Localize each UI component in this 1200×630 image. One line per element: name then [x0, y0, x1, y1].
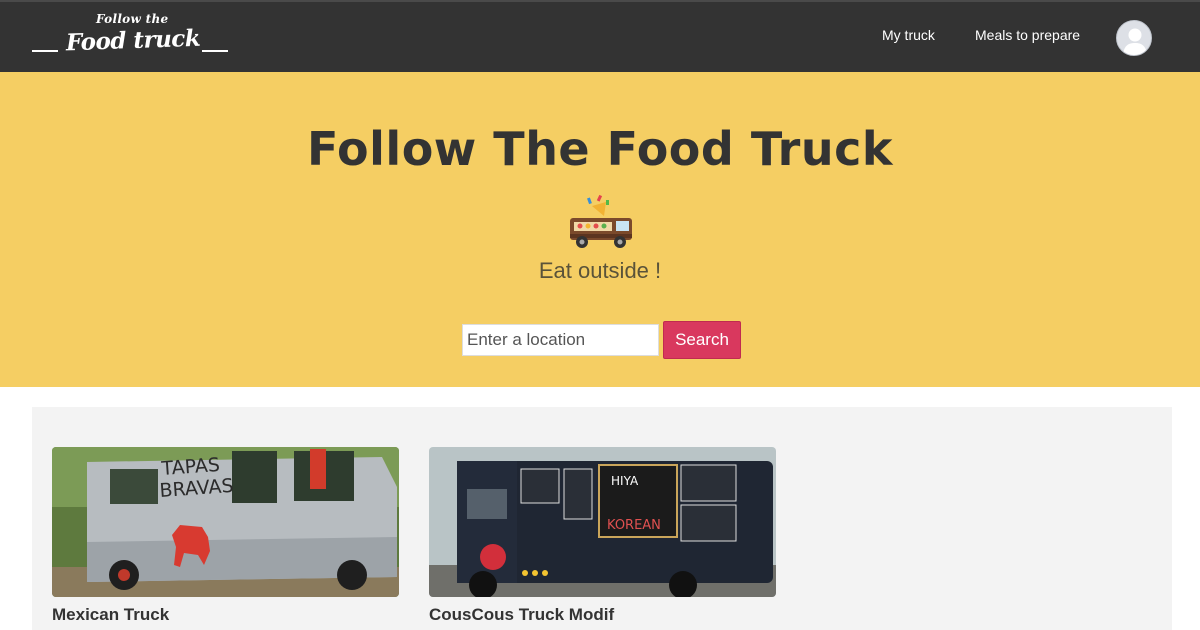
page-title: Follow The Food Truck [307, 122, 893, 176]
user-avatar-icon[interactable] [1116, 20, 1152, 56]
logo-dash-left [32, 50, 58, 52]
food-truck-icon [566, 194, 636, 254]
logo-dash-right [202, 50, 228, 52]
location-search-input[interactable] [462, 324, 659, 356]
logo-small-text: Follow the [96, 12, 169, 26]
hero-subtitle: Eat outside ! [538, 258, 662, 283]
truck-sign-line2: KOREAN [607, 518, 661, 533]
top-navbar: Follow the Food truck My truck Meals to … [0, 0, 1200, 72]
hero-banner: Follow The Food Truck Eat outside ! Ente… [0, 72, 1200, 387]
truck-name[interactable]: Mexican Truck [52, 605, 169, 625]
truck-photo-mexican[interactable]: TAPAS BRAVAS [52, 447, 399, 597]
nav-link-meals-to-prepare[interactable]: Meals to prepare [975, 27, 1080, 43]
truck-list-panel: TAPAS BRAVAS Mexican Truck HIYA KOREAN C… [32, 407, 1172, 630]
truck-name[interactable]: CousCous Truck Modif [429, 605, 614, 625]
truck-card[interactable]: TAPAS BRAVAS Mexican Truck [52, 447, 399, 630]
truck-photo-couscous[interactable]: HIYA KOREAN [429, 447, 776, 597]
truck-sign-line1: HIYA [611, 474, 639, 488]
truck-card[interactable]: HIYA KOREAN CousCous Truck Modif [429, 447, 776, 630]
brand-logo[interactable]: Follow the Food truck [30, 10, 235, 68]
logo-big-text: Food truck [65, 24, 201, 57]
nav-link-my-truck[interactable]: My truck [882, 27, 935, 43]
search-button[interactable]: Search [663, 321, 741, 359]
